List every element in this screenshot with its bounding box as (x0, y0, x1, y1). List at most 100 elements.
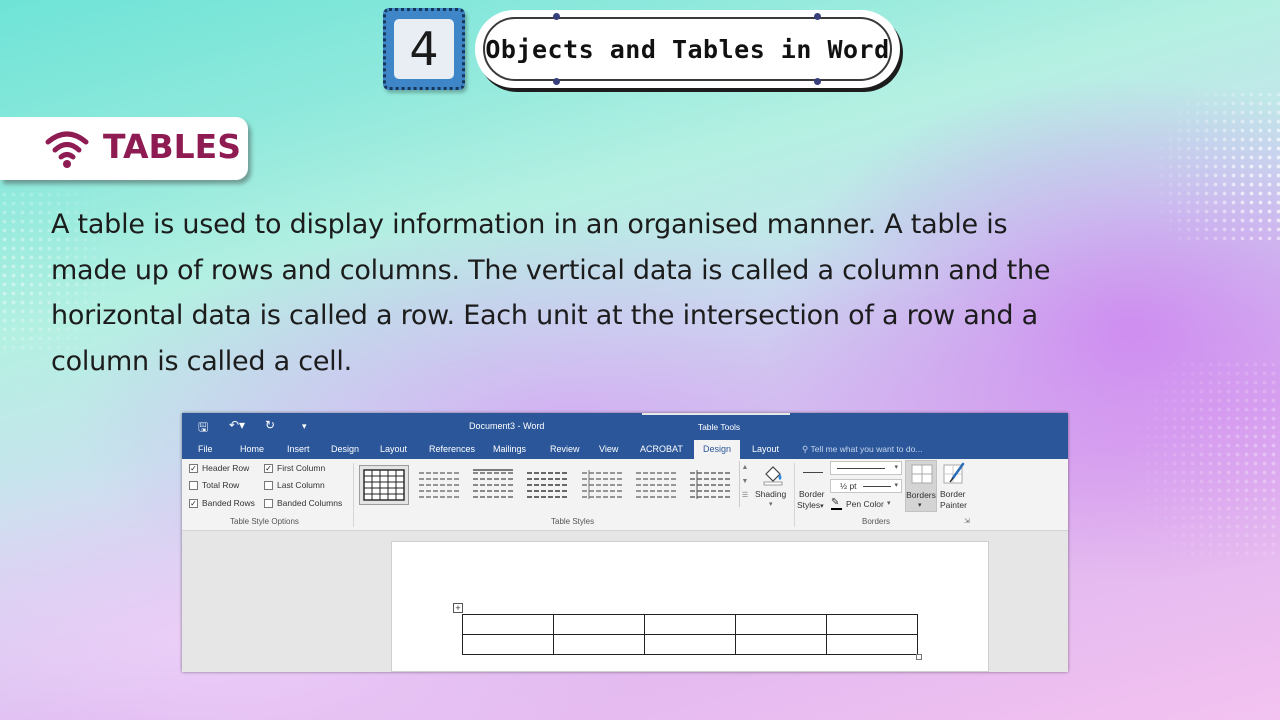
group-label-table-styles: Table Styles (551, 517, 595, 526)
line-weight-value: ½ pt (840, 481, 857, 491)
table-style-thumbnail[interactable] (415, 465, 465, 505)
tab-review[interactable]: Review (550, 444, 580, 454)
document-title: Document3 - Word (469, 421, 545, 431)
table-cell[interactable] (826, 614, 918, 635)
table-cell[interactable] (462, 614, 554, 635)
table-cell[interactable] (735, 614, 827, 635)
checkbox-checked-icon: ✓ (264, 463, 273, 473)
paragraph-line: made up of rows and columns. The vertica… (51, 254, 1051, 286)
table-cell[interactable] (644, 614, 736, 635)
paint-bucket-icon[interactable] (761, 462, 785, 486)
tab-layout[interactable]: Layout (380, 444, 407, 454)
border-styles-label-1[interactable]: Border (799, 489, 825, 499)
table-style-thumbnail[interactable] (578, 465, 628, 505)
pen-color-swatch (831, 508, 842, 510)
line-style-dropdown[interactable]: ▾ (830, 461, 902, 475)
table-cell[interactable] (553, 634, 645, 655)
pen-color-button[interactable]: ✎ Pen Color ▾ (831, 497, 901, 511)
paragraph-line: horizontal data is called a row. Each un… (51, 300, 1038, 331)
table-cell[interactable] (644, 634, 736, 655)
scroll-down-icon[interactable]: ▼ (740, 475, 750, 489)
borders-grid-icon (911, 464, 933, 484)
table-style-thumbnail[interactable] (632, 465, 682, 505)
table-cell[interactable] (462, 634, 554, 655)
border-style-sample (803, 472, 823, 473)
total-row-checkbox[interactable]: Total Row (189, 480, 239, 490)
header-row-label: Header Row (202, 463, 250, 473)
tab-acrobat[interactable]: ACROBAT (640, 444, 683, 454)
table-resize-handle[interactable] (916, 654, 922, 660)
document-area: + (182, 531, 1068, 672)
table-cell[interactable] (735, 634, 827, 655)
wifi-icon (45, 131, 89, 168)
redo-icon[interactable]: ↻ (265, 418, 275, 432)
tab-home[interactable]: Home (240, 444, 264, 454)
table-tools-group: Table Tools (642, 413, 790, 439)
border-styles-label-2[interactable]: Styles▾ (797, 500, 824, 510)
checkbox-checked-icon: ✓ (189, 463, 198, 473)
scroll-up-icon[interactable]: ▲ (740, 461, 750, 475)
line-sample (863, 486, 891, 487)
checkbox-unchecked-icon (264, 498, 273, 508)
first-column-checkbox[interactable]: ✓ First Column (264, 463, 325, 473)
header-row-checkbox[interactable]: ✓ Header Row (189, 463, 249, 473)
group-label-table-style-options: Table Style Options (230, 517, 299, 526)
group-label-borders: Borders (862, 517, 891, 526)
save-icon[interactable]: 🖫 (198, 418, 208, 439)
document-table[interactable] (462, 614, 918, 655)
chapter-number: 4 (394, 19, 454, 79)
tell-me-search[interactable]: ⚲ Tell me what you want to do... (802, 444, 922, 455)
section-title: TABLES (103, 127, 241, 166)
table-row (462, 614, 918, 635)
table-style-thumbnail[interactable] (359, 465, 409, 505)
undo-icon[interactable]: ↶▾ (229, 418, 245, 432)
section-label: TABLES (0, 117, 248, 180)
table-style-thumbnail[interactable] (523, 465, 573, 505)
banner-dot (553, 78, 560, 85)
borders-button[interactable]: Borders ▾ (905, 460, 937, 512)
table-style-thumbnail[interactable] (469, 465, 519, 505)
tab-insert[interactable]: Insert (287, 444, 310, 454)
lightbulb-icon: ⚲ (802, 444, 809, 454)
tab-table-design[interactable]: Design (694, 440, 741, 460)
chevron-down-icon: ▾ (887, 500, 891, 507)
banded-columns-label: Banded Columns (277, 498, 343, 508)
border-painter-label-2[interactable]: Painter (940, 500, 967, 510)
tab-file[interactable]: File (198, 444, 213, 454)
table-cell[interactable] (826, 634, 918, 655)
border-painter-label-1[interactable]: Border (940, 489, 966, 499)
gallery-more-icon[interactable]: ☰ (740, 489, 750, 503)
shading-dropdown-icon[interactable]: ▾ (769, 500, 773, 508)
line-weight-dropdown[interactable]: ½ pt ▾ (830, 479, 902, 493)
last-column-checkbox[interactable]: Last Column (264, 480, 325, 490)
banner-dot (553, 13, 560, 20)
banded-columns-checkbox[interactable]: Banded Columns (264, 498, 342, 508)
ribbon-panel: ✓ Header Row Total Row ✓ Banded Rows ✓ Firs… (182, 459, 1068, 531)
paragraph-line: A table is used to display information i… (51, 209, 1008, 240)
first-column-label: First Column (277, 463, 326, 473)
gallery-scroll[interactable]: ▲ ▼ ☰ (739, 461, 750, 507)
tab-mailings[interactable]: Mailings (493, 444, 526, 454)
table-tools-label: Table Tools (697, 422, 741, 432)
banded-rows-checkbox[interactable]: ✓ Banded Rows (189, 498, 255, 508)
group-separator (353, 463, 354, 527)
tab-view[interactable]: View (599, 444, 618, 454)
border-painter-icon[interactable] (941, 462, 967, 486)
table-style-thumbnail[interactable] (686, 465, 736, 505)
tell-me-text: Tell me what you want to do... (810, 444, 923, 454)
banner-dot (814, 13, 821, 20)
tab-references[interactable]: References (429, 444, 475, 454)
chevron-down-icon: ▾ (894, 464, 898, 471)
shading-label[interactable]: Shading (755, 489, 786, 499)
document-page[interactable]: + (391, 541, 989, 672)
pen-color-label: Pen Color (846, 499, 884, 509)
word-screenshot: 🖫 ↶▾ ↻ ▾ Document3 - Word Table Tools Fi… (182, 413, 1068, 672)
dialog-launcher-icon[interactable]: ⇲ (964, 517, 970, 525)
checkbox-unchecked-icon (189, 480, 198, 490)
table-move-handle-icon[interactable]: + (453, 603, 463, 613)
table-cell[interactable] (553, 614, 645, 635)
tab-table-layout[interactable]: Layout (752, 444, 779, 454)
chapter-title-banner: Objects and Tables in Word (475, 10, 900, 88)
customize-qat-icon[interactable]: ▾ (302, 421, 307, 432)
tab-design[interactable]: Design (331, 444, 359, 454)
